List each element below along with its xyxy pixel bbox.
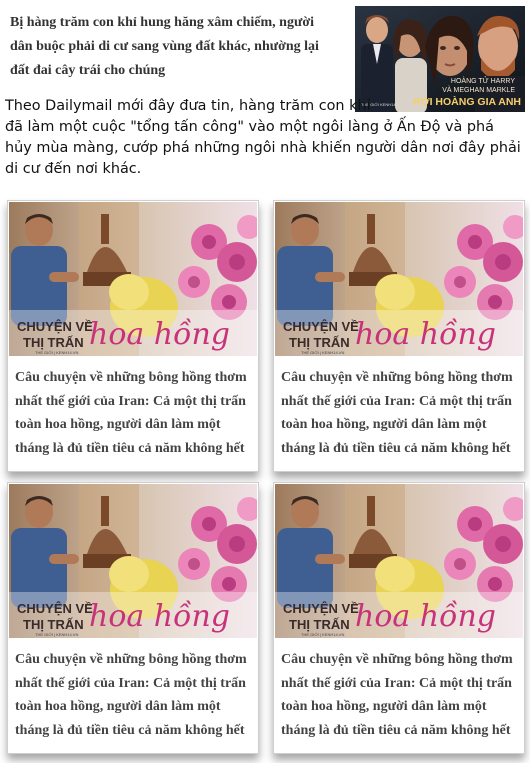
card-image: CHUYỆN VỀ THỊ TRẤN hoa hồng THẾ GIỚI | K… [9,484,257,638]
card-image-source: THẾ GIỚI | KENH14.VN [301,632,344,637]
related-card[interactable]: CHUYỆN VỀ THỊ TRẤN hoa hồng THẾ GIỚI | K… [273,200,525,472]
card-image-source: THẾ GIỚI | KENH14.VN [301,350,344,355]
card-title-link[interactable]: Câu chuyện về những bông hồng thơm nhất … [281,366,519,460]
thumbnail-text-line2: VÀ MEGHAN MARKLE [442,85,515,94]
article-body: Theo Dailymail mới đây đưa tin, hàng tră… [5,96,525,180]
card-title-link[interactable]: Câu chuyện về những bông hồng thơm nhất … [15,648,253,742]
card-image-source: THẾ GIỚI | KENH14.VN [35,350,78,355]
card-image-text-line1: CHUYỆN VỀ [17,601,93,616]
card-image: CHUYỆN VỀ THỊ TRẤN hoa hồng THẾ GIỚI | K… [9,202,257,356]
card-image: CHUYỆN VỀ THỊ TRẤN hoa hồng THẾ GIỚI | K… [275,202,523,356]
card-image-text-line2: THỊ TRẤN [23,617,84,632]
card-image: CHUYỆN VỀ THỊ TRẤN hoa hồng THẾ GIỚI | K… [275,484,523,638]
article-line-rest: đã làm một cuộc "tổng tấn công" vào một … [5,119,521,177]
related-card[interactable]: CHUYỆN VỀ THỊ TRẤN hoa hồng THẾ GIỚI | K… [7,200,259,472]
card-image-script-text: hoa hồng [355,317,496,352]
card-image-text-line1: CHUYỆN VỀ [17,319,93,334]
featured-caption-link[interactable]: Bị hàng trăm con khỉ hung hăng xâm chiếm… [10,11,340,83]
card-title-link[interactable]: Câu chuyện về những bông hồng thơm nhất … [281,648,519,742]
article-line-1: Theo Dailymail mới đây đưa tin, hàng tră… [5,98,371,114]
card-image-script-text: hoa hồng [89,317,230,352]
card-image-script-text: hoa hồng [355,599,496,634]
card-image-text-line2: THỊ TRẤN [289,335,350,350]
thumbnail-text-line1: HOÀNG TỬ HARRY [451,76,515,85]
card-image-source: THẾ GIỚI | KENH14.VN [35,632,78,637]
related-card[interactable]: CHUYỆN VỀ THỊ TRẤN hoa hồng THẾ GIỚI | K… [273,482,525,754]
card-title-link[interactable]: Câu chuyện về những bông hồng thơm nhất … [15,366,253,460]
card-image-text-line1: CHUYỆN VỀ [283,601,359,616]
card-image-text-line2: THỊ TRẤN [23,335,84,350]
featured-article: Bị hàng trăm con khỉ hung hăng xâm chiếm… [0,0,530,200]
card-image-text-line1: CHUYỆN VỀ [283,319,359,334]
card-image-text-line2: THỊ TRẤN [289,617,350,632]
related-card[interactable]: CHUYỆN VỀ THỊ TRẤN hoa hồng THẾ GIỚI | K… [7,482,259,754]
card-image-script-text: hoa hồng [89,599,230,634]
